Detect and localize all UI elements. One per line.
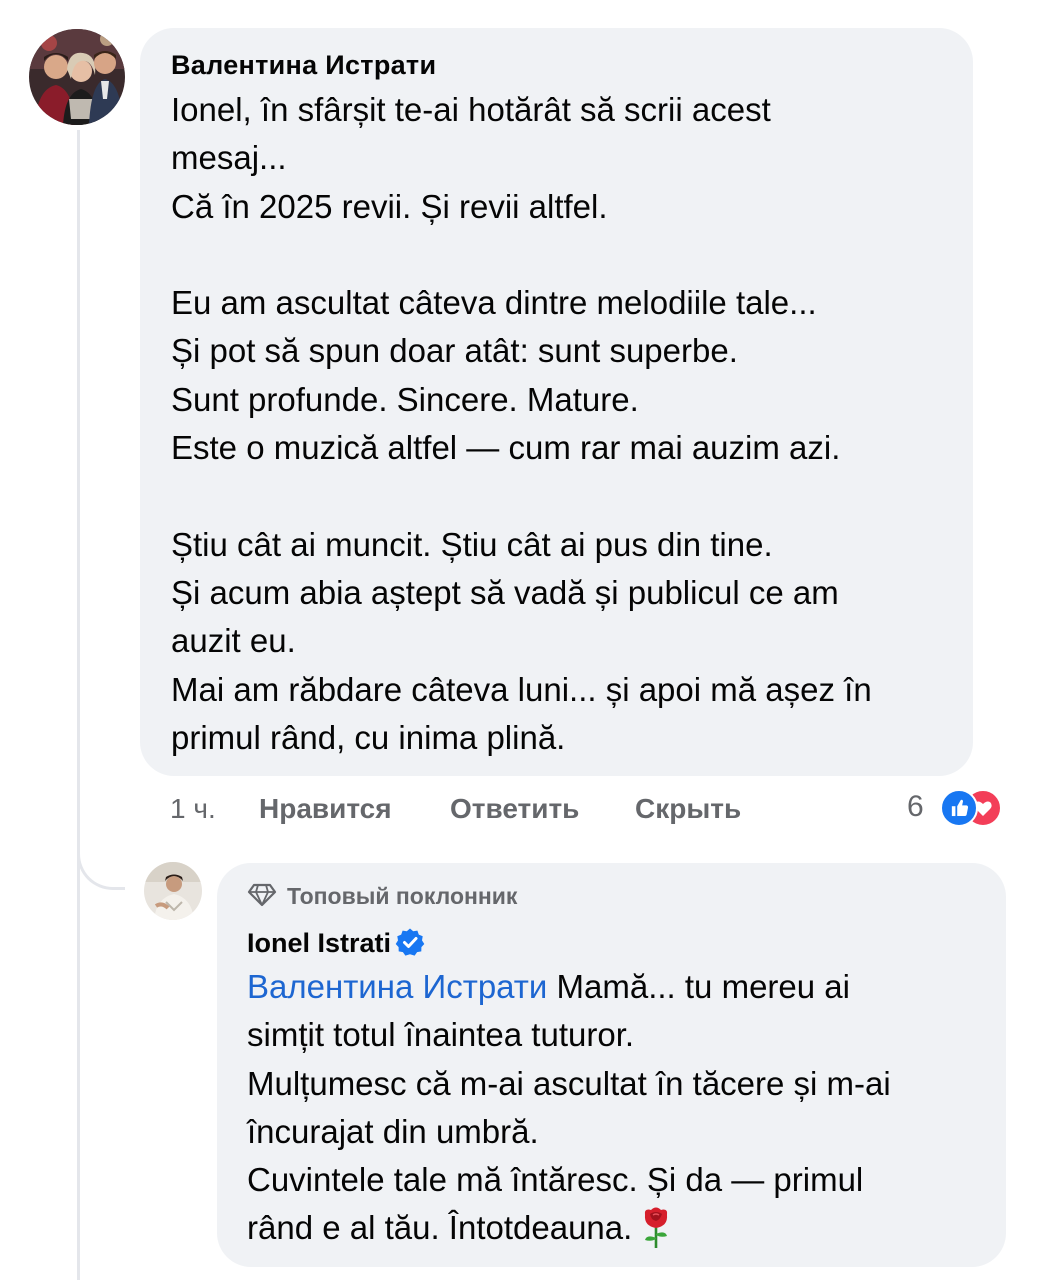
- comment-line: Știu cât ai muncit. Știu cât ai pus din …: [171, 525, 773, 563]
- comment-actions: 1 ч. Нравится Ответить Скрыть 6: [0, 787, 1038, 831]
- reaction-count: 6: [907, 790, 924, 823]
- profile-photo-icon: [144, 862, 202, 920]
- comment-line: mesaj...: [171, 139, 287, 177]
- avatar[interactable]: [29, 29, 125, 125]
- reply-avatar[interactable]: [144, 862, 202, 920]
- rose-emoji: [645, 1207, 668, 1249]
- comment-line: primul rând, cu inima plină.: [171, 718, 566, 756]
- comment-line: Eu am ascultat câteva dintre melodiile t…: [171, 284, 817, 322]
- reply-text: Валентина Истрати Mamă... tu mereu ai si…: [247, 963, 891, 1253]
- thread-line: [77, 130, 80, 1280]
- comment-line: [171, 231, 872, 279]
- comment-line: Și acum abia aștept să vadă și publicul …: [171, 573, 839, 611]
- reply-line: Cuvintele tale mă întăresc. Și da — prim…: [247, 1161, 864, 1199]
- comment-line: Sunt profunde. Sincere. Mature.: [171, 380, 639, 418]
- hide-button[interactable]: Скрыть: [635, 793, 741, 825]
- comment-line: Și pot să spun doar atât: sunt superbe.: [171, 332, 738, 370]
- reply-line: încurajat din umbră.: [247, 1112, 539, 1150]
- comment-line: Că în 2025 revii. Și revii altfel.: [171, 187, 608, 225]
- comment-line: Ionel, în sfârșit te-ai hotărât să scrii…: [171, 91, 771, 128]
- diamond-icon: [247, 883, 277, 907]
- reply-line-text: Mamă... tu mereu ai: [547, 968, 850, 1005]
- like-button[interactable]: Нравится: [259, 793, 392, 825]
- reactions-summary[interactable]: 6: [907, 787, 1027, 827]
- reply-line: rând e al tău. Întotdeauna.: [247, 1204, 891, 1252]
- comment-author-name[interactable]: Валентина Истрати: [171, 50, 436, 81]
- comment-line: Mai am răbdare câteva luni... și apoi mă…: [171, 670, 872, 708]
- comment-thread: Валентина Истрати Ionel, în sfârșit te-a…: [0, 0, 1038, 1280]
- comment-line: auzit eu.: [171, 622, 296, 660]
- reply-button[interactable]: Ответить: [450, 793, 579, 825]
- like-reaction-icon: [940, 789, 978, 827]
- reply-line: Валентина Истрати Mamă... tu mereu ai: [247, 963, 891, 1011]
- reply-line-text: rând e al tău. Întotdeauna.: [247, 1209, 633, 1247]
- verified-badge-icon: [395, 928, 425, 956]
- reply-line: Mulțumesc că m-ai ascultat în tăcere și …: [247, 1064, 891, 1102]
- top-fan-badge: Топовый поклонник: [247, 883, 517, 910]
- profile-photo-group-icon: [29, 29, 125, 125]
- comment-line: [171, 472, 872, 520]
- mention-link[interactable]: Валентина Истрати: [247, 968, 547, 1005]
- comment-timestamp[interactable]: 1 ч.: [170, 793, 216, 825]
- reply-line: simțit totul înaintea tuturor.: [247, 1016, 635, 1054]
- top-fan-label: Топовый поклонник: [287, 883, 518, 909]
- reply-author[interactable]: Ionel Istrati: [247, 927, 425, 959]
- reply-author-name[interactable]: Ionel Istrati: [247, 928, 391, 958]
- comment-line: Este o muzică altfel — cum rar mai auzim…: [171, 429, 841, 467]
- comment-text: Ionel, în sfârșit te-ai hotărât să scrii…: [171, 86, 872, 762]
